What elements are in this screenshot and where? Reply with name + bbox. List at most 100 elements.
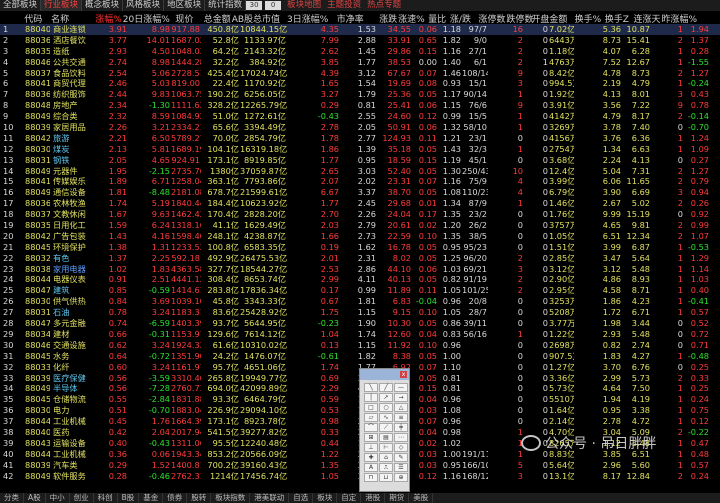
table-row[interactable]: 23 880387家用电器 1.02 1.834363.58 327.7亿18544.2… xyxy=(0,264,720,275)
draw-tool-icon[interactable]: △ xyxy=(394,403,408,412)
tab-5[interactable]: 统计指数 xyxy=(205,0,247,11)
col-header-4[interactable]: 20日涨幅% xyxy=(123,12,170,23)
bottom-tab-0[interactable]: 分类 xyxy=(0,493,24,503)
col-header-0[interactable] xyxy=(0,12,21,23)
link-board-map[interactable]: 板块地图 xyxy=(284,0,324,11)
tab-4[interactable]: 地区板块 xyxy=(164,0,206,11)
table-row[interactable]: 14 880497元器件 1.95 -2.152735.76 1380亿37059.87… xyxy=(0,166,720,177)
draw-tool-icon[interactable]: ▤ xyxy=(379,433,393,442)
draw-tool-icon[interactable]: ○ xyxy=(379,403,393,412)
table-row[interactable]: 1 880406商业连锁 3.91 8.98917.88 450.8亿10844.15亿… xyxy=(0,24,720,35)
col-header-13[interactable]: 涨/跌 xyxy=(447,12,472,23)
draw-tool-icon[interactable]: ⟋ xyxy=(379,423,393,432)
col-header-2[interactable]: 名称 xyxy=(48,12,94,23)
col-header-21[interactable] xyxy=(687,12,720,23)
table-row[interactable]: 8 880482房地产 2.34 -1.301111.62 328.2亿12265.79… xyxy=(0,100,720,111)
col-header-17[interactable]: 换手% xyxy=(556,12,602,23)
table-row[interactable]: 9 880497综合类 2.32 8.591084.92 51.0亿 1272.61亿 -0… xyxy=(0,111,720,122)
draw-tool-icon[interactable]: → xyxy=(394,393,408,402)
draw-tool-icon[interactable]: ⌂ xyxy=(379,453,393,462)
table-row[interactable]: 26 880305供气供热 0.84 3.691039.10 45.8亿 3343.33亿… xyxy=(0,296,720,307)
bottom-tab-6[interactable]: 基金 xyxy=(139,493,164,503)
col-header-3[interactable]: 涨幅% xyxy=(94,12,123,23)
col-header-11[interactable]: 涨速% xyxy=(398,12,425,23)
col-header-6[interactable]: 总金额 xyxy=(194,12,231,23)
col-header-12[interactable]: 量比 xyxy=(424,12,447,23)
col-header-7[interactable]: AB股总市值 xyxy=(232,12,280,23)
col-header-10[interactable]: 涨跌 xyxy=(365,12,398,23)
table-row[interactable]: 30 880465交通设施 0.62 3.241924.32 61.6亿10310.02… xyxy=(0,340,720,351)
table-row[interactable]: 17 880360农林牧渔 1.74 5.191840.44 184.4亿10623.9… xyxy=(0,198,720,209)
draw-tool-icon[interactable]: │ xyxy=(364,393,378,402)
table-row[interactable]: 5 880372食品饮料 2.54 5.062728.51 425.4亿17024.74… xyxy=(0,68,720,79)
col-header-8[interactable]: 3日涨幅% xyxy=(279,12,330,23)
col-header-15[interactable]: 跌停数 xyxy=(506,12,533,23)
table-row[interactable]: 24 880448电器仪表 0.91 2.514441.12 308.4亿 8653.74… xyxy=(0,274,720,285)
table-row[interactable]: 7 880367纺织服饰 2.44 9.831063.75 190.2亿 6256.05亿… xyxy=(0,89,720,100)
draw-tool-icon[interactable]: ╱ xyxy=(379,383,393,392)
table-row[interactable]: 29 880348建材 0.66 -0.311153.97 129.6亿 7614.12亿… xyxy=(0,329,720,340)
bottom-tab-16[interactable]: 美股 xyxy=(409,493,434,503)
toolbox-titlebar[interactable]: x xyxy=(360,369,409,380)
close-icon[interactable]: x xyxy=(400,371,407,378)
draw-tool-icon[interactable]: ⌒ xyxy=(364,423,378,432)
draw-tool-icon[interactable]: ◇ xyxy=(394,443,408,452)
bottom-tab-5[interactable]: B股 xyxy=(118,493,140,503)
drawing-toolbox[interactable]: x ╲ ╱ — │ ↗ → □ ○ △ ▱ ∿ ≡ ⌒ ⟋ ╪ ⊞ ▤ ⋯ ⊥ ⊢ ◇ ✚ ⌂ ✎ A ⎍ ☰ ⊓ ⊔ ⊕ xyxy=(359,368,410,492)
draw-tool-icon[interactable]: ✚ xyxy=(364,453,378,462)
draw-tool-icon[interactable]: ⊓ xyxy=(364,473,378,482)
tab-1[interactable]: 行业板块 xyxy=(41,0,83,11)
table-row[interactable]: 25 880476建筑 0.85 -0.591414.61 283.8亿17836.34… xyxy=(0,285,720,296)
draw-tool-icon[interactable]: ≡ xyxy=(394,413,408,422)
draw-tool-icon[interactable]: ⊢ xyxy=(379,443,393,452)
bottom-tab-4[interactable]: 科创 xyxy=(94,493,118,503)
col-header-5[interactable]: 现价 xyxy=(166,12,195,23)
draw-tool-icon[interactable]: ⎍ xyxy=(379,463,393,472)
table-row[interactable]: 18 880379文教休闲 1.67 9.631462.42 170.4亿 2828.20… xyxy=(0,209,720,220)
link-hot-topics[interactable]: 热点专题 xyxy=(364,0,404,11)
bottom-tab-1[interactable]: A股 xyxy=(24,493,46,503)
draw-tool-icon[interactable]: ▱ xyxy=(364,413,378,422)
bottom-tab-2[interactable]: 中小 xyxy=(46,493,70,503)
table-row[interactable]: 20880421广告包装1.434.161598.40248.1亿4238.87… xyxy=(0,231,720,242)
draw-tool-icon[interactable]: ↗ xyxy=(379,393,393,402)
table-row[interactable]: 22 880324有色 1.37 2.25592.18 492.9亿26475.53亿 2… xyxy=(0,253,720,264)
bottom-tab-8[interactable]: 股转 xyxy=(187,493,212,503)
draw-tool-icon[interactable]: A xyxy=(364,463,378,472)
table-row[interactable]: 27 880310石油 0.78 3.241183.31 83.6亿25428.92亿 1… xyxy=(0,307,720,318)
table-row[interactable]: 16 880490通信设备 1.81 -8.482181.08 678.7亿21599.… xyxy=(0,187,720,198)
col-header-16[interactable]: 开盘金额 xyxy=(531,12,567,23)
table-row[interactable]: 28 880474多元金融 0.74 -6.591403.39 93.7亿 5644.95… xyxy=(0,318,720,329)
draw-tool-icon[interactable]: ╪ xyxy=(394,423,408,432)
draw-tool-icon[interactable]: ╲ xyxy=(364,383,378,392)
table-row[interactable]: 10880399家居用品2.263.212334.2165.6亿3394.49亿… xyxy=(0,122,720,133)
table-row[interactable]: 19 880355日用化工 1.59 6.241318.16 41.1亿 1629.49亿… xyxy=(0,220,720,231)
draw-tool-icon[interactable]: — xyxy=(394,383,408,392)
draw-tool-icon[interactable]: ⊕ xyxy=(394,473,408,482)
col-header-19[interactable]: 连涨天 xyxy=(630,12,662,23)
draw-tool-icon[interactable]: □ xyxy=(364,403,378,412)
bottom-tab-14[interactable]: 港股 xyxy=(361,493,386,503)
draw-tool-icon[interactable]: ☰ xyxy=(394,463,408,472)
draw-tool-icon[interactable]: ⊔ xyxy=(379,473,393,482)
table-row[interactable]: 6 880414商贸代理 2.46 5.03819.00 22.4亿 1170.92亿 1.… xyxy=(0,78,720,89)
table-row[interactable]: 3 880350造纸 2.93 4.501048.03 64.2亿 2143.32亿 2.6… xyxy=(0,46,720,57)
tab-0[interactable]: 全部板块 xyxy=(0,0,42,11)
draw-tool-icon[interactable]: ∿ xyxy=(379,413,393,422)
bottom-tab-12[interactable]: 板块 xyxy=(313,493,338,503)
table-row[interactable]: 21 880456环境保护 1.38 1.311233.52 100.8亿 6583.35… xyxy=(0,242,720,253)
tab-3[interactable]: 风格板块 xyxy=(123,0,165,11)
bottom-tab-7[interactable]: 债券 xyxy=(163,493,188,503)
table-row[interactable]: 11 880424旅游 2.21 6.505789.27 70.0亿 2854.79亿 1.… xyxy=(0,133,720,144)
draw-tool-icon[interactable]: ⊞ xyxy=(364,433,378,442)
table-row[interactable]: 13 880318钢铁 2.05 4.65924.91 173.1亿 8919.85亿 1.… xyxy=(0,155,720,166)
col-header-9[interactable]: 市净率 xyxy=(329,12,364,23)
table-row[interactable]: 12 880301煤炭 2.13 5.811689.19 104.1亿16319.18亿… xyxy=(0,144,720,155)
bottom-tab-15[interactable]: 期货 xyxy=(385,493,410,503)
col-header-1[interactable]: 代码 xyxy=(21,12,48,23)
draw-tool-icon[interactable]: ✎ xyxy=(394,453,408,462)
bottom-tab-13[interactable]: 自定 xyxy=(337,493,362,503)
draw-tool-icon[interactable]: ⊥ xyxy=(364,443,378,452)
tab-2[interactable]: 概念板块 xyxy=(82,0,124,11)
table-row[interactable]: 15 880418传媒娱乐 1.89 6.711258.04 363.1亿 7793.86… xyxy=(0,176,720,187)
